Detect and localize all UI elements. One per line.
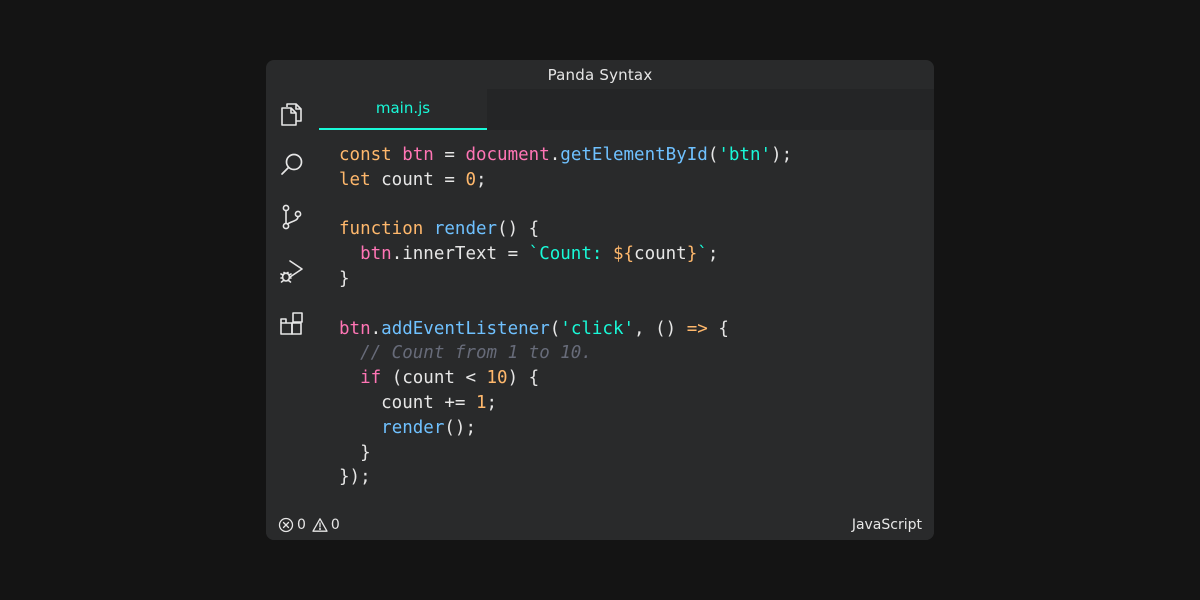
code-token: = xyxy=(433,145,466,165)
code-line: render(); xyxy=(339,416,792,441)
code-token: ` xyxy=(697,244,708,265)
code-token: ; xyxy=(707,244,719,265)
search-icon[interactable] xyxy=(278,151,306,179)
code-token: ${ xyxy=(612,244,635,265)
code-editor[interactable]: const btn = document.getElementById('btn… xyxy=(319,130,934,510)
code-token: btn xyxy=(402,145,434,165)
code-token: }); xyxy=(339,467,371,488)
errors-count: 0 xyxy=(297,517,306,533)
code-token: render xyxy=(381,417,445,438)
code-line: } xyxy=(339,267,792,292)
warnings-count: 0 xyxy=(330,517,340,533)
code-token: { xyxy=(707,318,729,339)
code-token: `Count: xyxy=(528,244,613,265)
code-token: (); xyxy=(444,417,476,438)
explorer-icon[interactable] xyxy=(278,100,306,128)
code-token: ( xyxy=(707,145,719,165)
code-token: => xyxy=(686,318,708,339)
extensions-icon[interactable] xyxy=(278,310,306,338)
code-token: getElementById xyxy=(560,145,708,165)
code-token: } xyxy=(339,268,350,289)
code-token: 0 xyxy=(465,169,476,190)
code-token: render xyxy=(433,219,498,240)
tab-main-js[interactable]: main.js xyxy=(319,89,487,130)
code-token: const xyxy=(339,145,392,165)
code-line: // Count from 1 to 10. xyxy=(339,341,792,366)
code-token: if xyxy=(360,368,382,389)
code-token: } xyxy=(686,244,698,265)
code-line: const btn = document.getElementById('btn… xyxy=(339,143,792,168)
code-line: count += 1; xyxy=(339,391,792,416)
code-line: btn.innerText = `Count: ${count}`; xyxy=(339,242,792,267)
code-token: ; xyxy=(486,392,498,413)
code-line: }); xyxy=(339,465,792,490)
language-mode[interactable]: JavaScript xyxy=(852,516,922,534)
code-token: 1 xyxy=(475,392,487,413)
tab-strip: main.js xyxy=(319,89,934,130)
code-line: } xyxy=(339,441,792,466)
status-bar: 0 0 JavaScript xyxy=(266,510,934,540)
code-content[interactable]: const btn = document.getElementById('btn… xyxy=(339,143,792,490)
window-title: Panda Syntax xyxy=(547,66,653,84)
code-token: let xyxy=(339,169,371,190)
problems-indicator[interactable]: 0 0 xyxy=(278,517,346,533)
code-token: count += xyxy=(339,392,476,413)
activity-bar xyxy=(266,89,319,510)
code-token: (count < xyxy=(381,368,487,389)
code-line: function render() { xyxy=(339,217,792,242)
source-control-icon[interactable] xyxy=(278,203,306,231)
run-debug-icon[interactable] xyxy=(278,257,306,285)
code-token: ( xyxy=(549,318,561,339)
code-token: () { xyxy=(497,219,540,240)
code-token: addEventListener xyxy=(381,318,550,339)
code-token: document xyxy=(465,145,550,165)
code-token: } xyxy=(339,442,371,463)
code-token: count = xyxy=(370,169,466,190)
code-token: function xyxy=(339,219,424,240)
code-token: 'btn' xyxy=(718,145,772,165)
code-token: 10 xyxy=(486,368,508,389)
code-token: btn xyxy=(360,244,392,265)
code-token: ) { xyxy=(507,368,540,389)
code-token: . xyxy=(370,318,382,339)
code-token: . xyxy=(549,145,561,165)
code-line: btn.addEventListener('click', () => { xyxy=(339,317,792,342)
code-token: .innerText = xyxy=(391,244,529,265)
code-token: ); xyxy=(771,145,793,165)
editor-window: Panda Syntax main.js const btn = documen… xyxy=(266,60,934,540)
code-token: btn xyxy=(339,318,371,339)
error-circle-icon xyxy=(278,517,294,533)
code-token: count xyxy=(634,244,687,265)
code-token: // Count from 1 to 10. xyxy=(360,343,592,364)
code-line: if (count < 10) { xyxy=(339,366,792,391)
code-token: ; xyxy=(475,169,487,190)
code-token: 'click' xyxy=(560,318,635,339)
code-token: , () xyxy=(634,318,687,339)
warning-triangle-icon xyxy=(312,517,328,533)
code-line: let count = 0; xyxy=(339,168,792,193)
